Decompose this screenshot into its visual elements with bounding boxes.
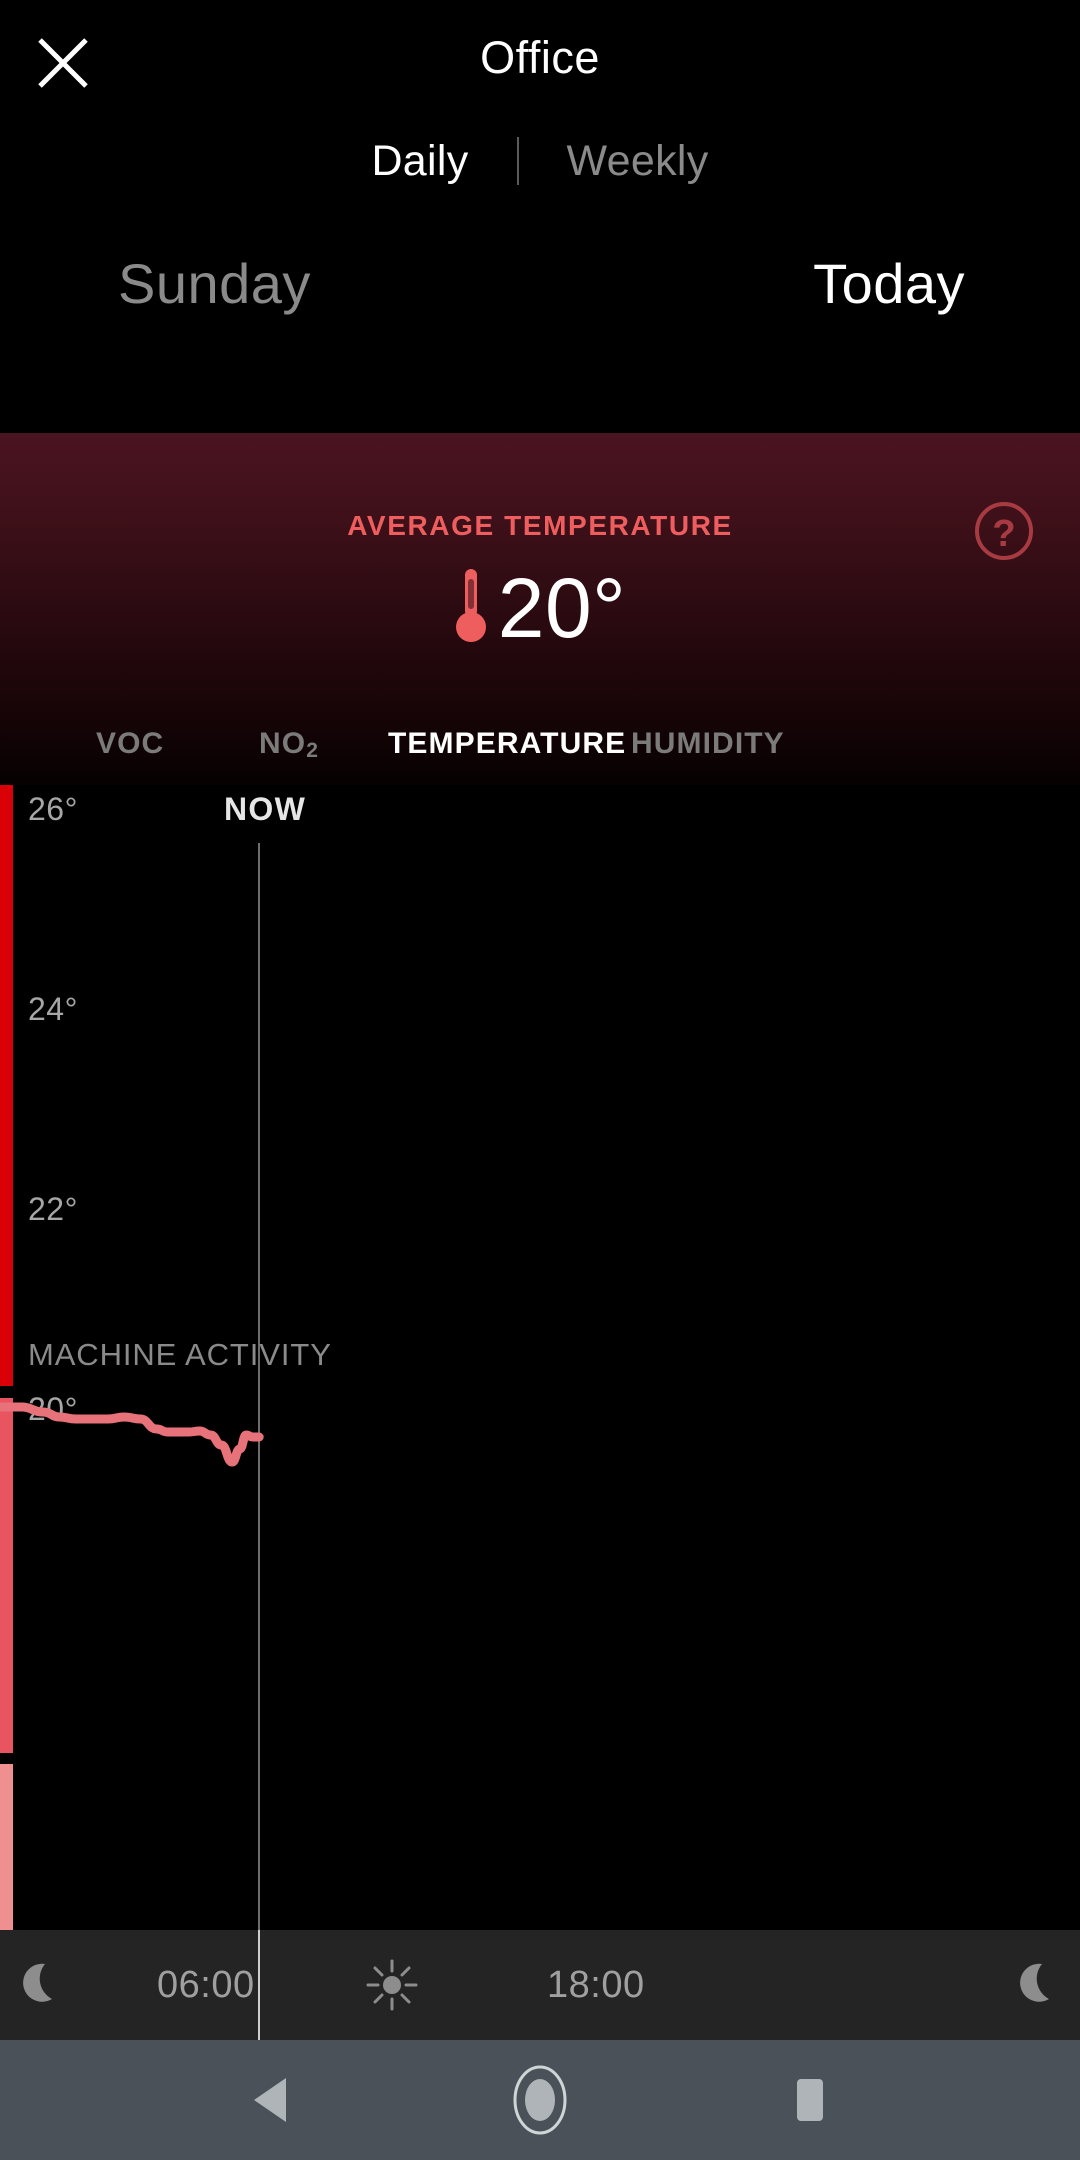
metric-tab-partial[interactable]: O xyxy=(0,703,2,785)
metric-tab-partial-label: O xyxy=(0,727,2,761)
thermometer-icon xyxy=(454,567,488,650)
time-1800-label: 18:00 xyxy=(547,1963,645,2006)
time-0600: 06:00 xyxy=(157,1930,255,2040)
metric-tab-temperature[interactable]: TEMPERATURE xyxy=(388,703,626,785)
metric-tab-voc[interactable]: VOC xyxy=(96,703,164,785)
day-current[interactable]: Today xyxy=(813,228,965,338)
day-selector: Sunday Today xyxy=(0,228,1080,338)
day-previous[interactable]: Sunday xyxy=(118,228,311,338)
sun-icon xyxy=(364,1930,420,2040)
metric-tab-temperature-label: TEMPERATURE xyxy=(388,727,627,760)
machine-activity-label: MACHINE ACTIVITY xyxy=(28,1337,332,1372)
range-tab-group: Daily Weekly xyxy=(0,128,1080,194)
chart-line-path xyxy=(0,1402,264,1467)
metric-tab-no2[interactable]: NO 2 xyxy=(259,703,319,785)
metric-tab-no2-label: NO xyxy=(259,727,307,760)
tab-daily[interactable]: Daily xyxy=(323,137,516,186)
chart[interactable]: 26° 24° 22° 20° NOW MACHINE ACTIVITY xyxy=(0,785,1080,1930)
average-banner: AVERAGE TEMPERATURE 20° xyxy=(0,433,1080,703)
help-circle-icon[interactable]: ? xyxy=(973,500,1035,562)
banner-value-row: 20° xyxy=(0,553,1080,663)
metric-tab-voc-label: VOC xyxy=(96,727,165,760)
tab-weekly[interactable]: Weekly xyxy=(519,137,757,186)
metric-tab-humidity[interactable]: HUMIDITY xyxy=(631,703,785,785)
time-0600-label: 06:00 xyxy=(157,1963,255,2006)
home-circle-icon[interactable] xyxy=(465,2040,615,2160)
android-navbar xyxy=(0,2040,1080,2160)
app-root: Office Daily Weekly Sunday Today AVERAGE… xyxy=(0,0,1080,2160)
timeline-strip[interactable]: 06:00 18:00 xyxy=(0,1930,1080,2040)
banner-label: AVERAGE TEMPERATURE xyxy=(347,510,733,541)
metric-tab-no2-sub: 2 xyxy=(306,739,319,762)
timeline-now-line xyxy=(258,1930,260,2040)
banner-value: 20° xyxy=(497,561,627,655)
svg-text:?: ? xyxy=(992,513,1015,555)
recents-square-icon[interactable] xyxy=(735,2040,885,2160)
time-1800: 18:00 xyxy=(547,1930,645,2040)
moon-icon-end xyxy=(1009,1930,1065,2040)
moon-icon xyxy=(12,1930,68,2040)
back-triangle-icon[interactable] xyxy=(195,2040,345,2160)
metric-tab-group: O VOC NO2 TEMPERATURE HUMIDITY xyxy=(0,703,1080,785)
metric-tab-humidity-label: HUMIDITY xyxy=(631,727,785,760)
page-title: Office xyxy=(480,32,600,83)
header: Office Daily Weekly Sunday Today xyxy=(0,0,1080,433)
